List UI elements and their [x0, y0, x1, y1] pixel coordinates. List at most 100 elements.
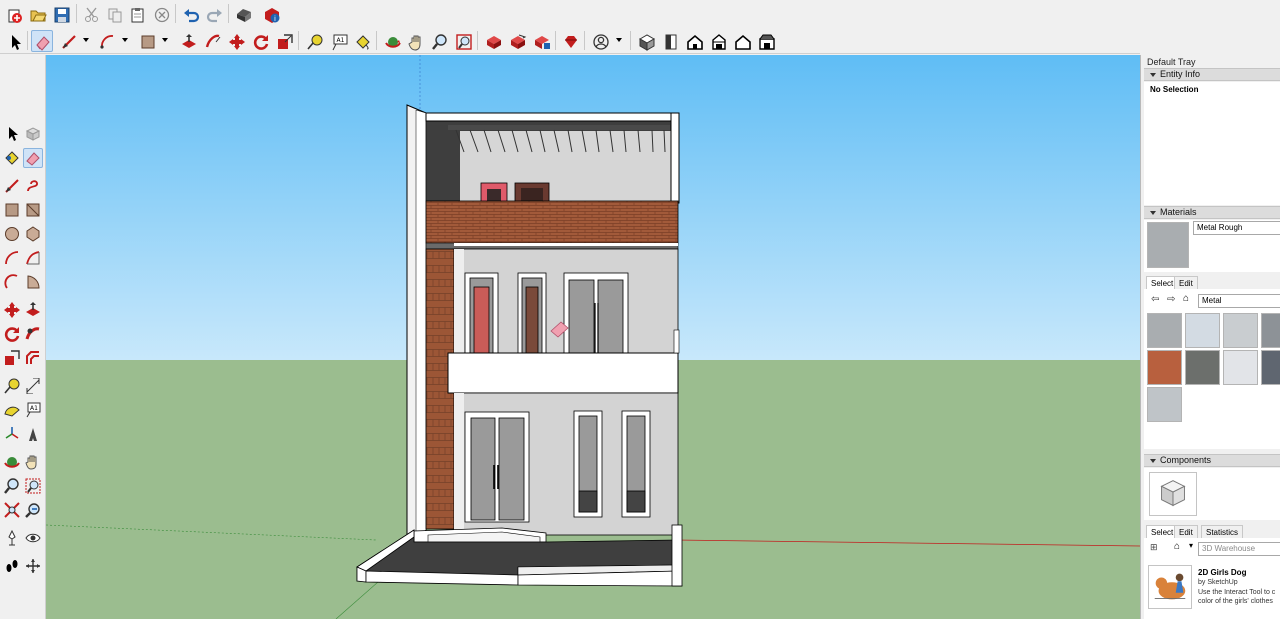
zoom-icon[interactable]: [428, 30, 450, 52]
text-tool-icon[interactable]: A1: [23, 400, 43, 420]
ruby-icon[interactable]: [559, 30, 581, 52]
paint-bucket-icon[interactable]: [351, 30, 373, 52]
home-icon[interactable]: ⌂: [1183, 293, 1189, 304]
follow-me-tool-icon[interactable]: [23, 324, 43, 344]
components-tab-statistics[interactable]: Statistics: [1201, 525, 1244, 538]
back-arrow-icon[interactable]: ⇦: [1151, 294, 1159, 305]
three-point-arc-tool-icon[interactable]: [2, 272, 22, 292]
material-swatch-6[interactable]: [1185, 350, 1220, 385]
freehand-tool-icon[interactable]: [23, 176, 43, 196]
line-icon[interactable]: [57, 30, 79, 52]
look-around-tool-icon[interactable]: [23, 528, 43, 548]
navigation-dropdown-icon[interactable]: ▾: [1189, 541, 1193, 550]
components-header[interactable]: Components: [1144, 454, 1280, 467]
zoom-window-tool-icon[interactable]: [23, 476, 43, 496]
eraser-tool-icon[interactable]: [23, 148, 43, 168]
material-swatch-9[interactable]: [1147, 387, 1182, 422]
save-icon[interactable]: [50, 3, 72, 25]
line-tool-icon[interactable]: [2, 176, 22, 196]
pie-tool-icon[interactable]: [23, 272, 43, 292]
walk-tool-icon[interactable]: [2, 556, 22, 576]
materials-tab-edit[interactable]: Edit: [1174, 276, 1198, 289]
material-swatch-4[interactable]: [1261, 313, 1280, 348]
dimension-tool-icon[interactable]: [23, 376, 43, 396]
material-swatch-3[interactable]: [1223, 313, 1258, 348]
push-pull-tool-icon[interactable]: [23, 300, 43, 320]
zoom-extents-icon[interactable]: [452, 30, 474, 52]
material-swatch-7[interactable]: [1223, 350, 1258, 385]
extension-warehouse-icon[interactable]: [530, 30, 552, 52]
materials-header[interactable]: Materials: [1144, 206, 1280, 219]
rectangle-tool-icon[interactable]: [2, 200, 22, 220]
print-icon[interactable]: [232, 3, 254, 25]
share-model-icon[interactable]: [506, 30, 528, 52]
eraser-icon[interactable]: [31, 30, 53, 52]
two-point-arc-tool-icon[interactable]: [23, 248, 43, 268]
component-home-icon[interactable]: ⌂: [1174, 541, 1180, 552]
orbit-icon[interactable]: [381, 30, 403, 52]
paint-bucket-tool-icon[interactable]: [2, 148, 22, 168]
zoom-tool-icon[interactable]: [2, 476, 22, 496]
arc-tool-icon[interactable]: [2, 248, 22, 268]
scale-icon[interactable]: [273, 30, 295, 52]
scale-tool-icon[interactable]: [2, 348, 22, 368]
previous-view-tool-icon[interactable]: [23, 500, 43, 520]
orbit-tool-icon[interactable]: [2, 452, 22, 472]
components-tab-edit[interactable]: Edit: [1174, 525, 1198, 538]
entity-info-header[interactable]: Entity Info: [1144, 68, 1280, 81]
right-view-icon[interactable]: [707, 30, 729, 52]
tape-measure-tool-icon[interactable]: [2, 376, 22, 396]
rotated-rectangle-tool-icon[interactable]: [23, 200, 43, 220]
offset-tool-icon[interactable]: [23, 348, 43, 368]
section-plane-tool-icon[interactable]: [23, 556, 43, 576]
pan-tool-icon[interactable]: [23, 452, 43, 472]
erase-icon[interactable]: [150, 3, 172, 25]
arc-icon[interactable]: [96, 30, 118, 52]
polygon-tool-icon[interactable]: [23, 224, 43, 244]
current-material-swatch[interactable]: [1147, 222, 1189, 268]
view-options-icon[interactable]: ⊞: [1150, 542, 1158, 553]
tape-measure-icon[interactable]: [303, 30, 325, 52]
rectangle-icon[interactable]: [136, 30, 158, 52]
copy-icon[interactable]: [103, 3, 125, 25]
text-icon[interactable]: A1: [328, 30, 350, 52]
material-swatch-1[interactable]: [1147, 313, 1182, 348]
rotate-icon[interactable]: [249, 30, 271, 52]
make-component-icon[interactable]: [23, 124, 43, 144]
material-swatch-2[interactable]: [1185, 313, 1220, 348]
top-view-icon[interactable]: [659, 30, 681, 52]
paste-icon[interactable]: [126, 3, 148, 25]
new-icon[interactable]: [3, 3, 25, 25]
redo-icon[interactable]: [203, 3, 225, 25]
rotate-tool-icon[interactable]: [2, 324, 22, 344]
material-swatch-5[interactable]: [1147, 350, 1182, 385]
component-item-thumbnail[interactable]: [1148, 565, 1192, 609]
material-name-field[interactable]: Metal Rough: [1193, 221, 1280, 235]
component-search-input[interactable]: 3D Warehouse: [1198, 542, 1280, 556]
left-view-icon[interactable]: [755, 30, 777, 52]
protractor-tool-icon[interactable]: [2, 400, 22, 420]
zoom-extents-tool-icon[interactable]: [2, 500, 22, 520]
pan-icon[interactable]: [405, 30, 427, 52]
move-tool-icon[interactable]: [2, 300, 22, 320]
material-swatch-8[interactable]: [1261, 350, 1280, 385]
3d-warehouse-icon[interactable]: [482, 30, 504, 52]
position-camera-tool-icon[interactable]: [2, 528, 22, 548]
circle-tool-icon[interactable]: [2, 224, 22, 244]
material-collection-field[interactable]: Metal: [1198, 294, 1280, 308]
cut-icon[interactable]: [80, 3, 102, 25]
front-view-icon[interactable]: [683, 30, 705, 52]
model-info-icon[interactable]: i: [260, 3, 282, 25]
account-icon[interactable]: [589, 30, 611, 52]
back-view-icon[interactable]: [731, 30, 753, 52]
move-icon[interactable]: [225, 30, 247, 52]
undo-icon[interactable]: [179, 3, 201, 25]
push-pull-icon[interactable]: [177, 30, 199, 52]
axes-tool-icon[interactable]: [2, 424, 22, 444]
follow-me-icon[interactable]: [201, 30, 223, 52]
open-icon[interactable]: [26, 3, 48, 25]
select-tool-icon[interactable]: [2, 124, 22, 144]
select-icon[interactable]: [3, 30, 25, 52]
model-viewport[interactable]: [46, 55, 1140, 619]
forward-arrow-icon[interactable]: ⇨: [1167, 294, 1175, 305]
